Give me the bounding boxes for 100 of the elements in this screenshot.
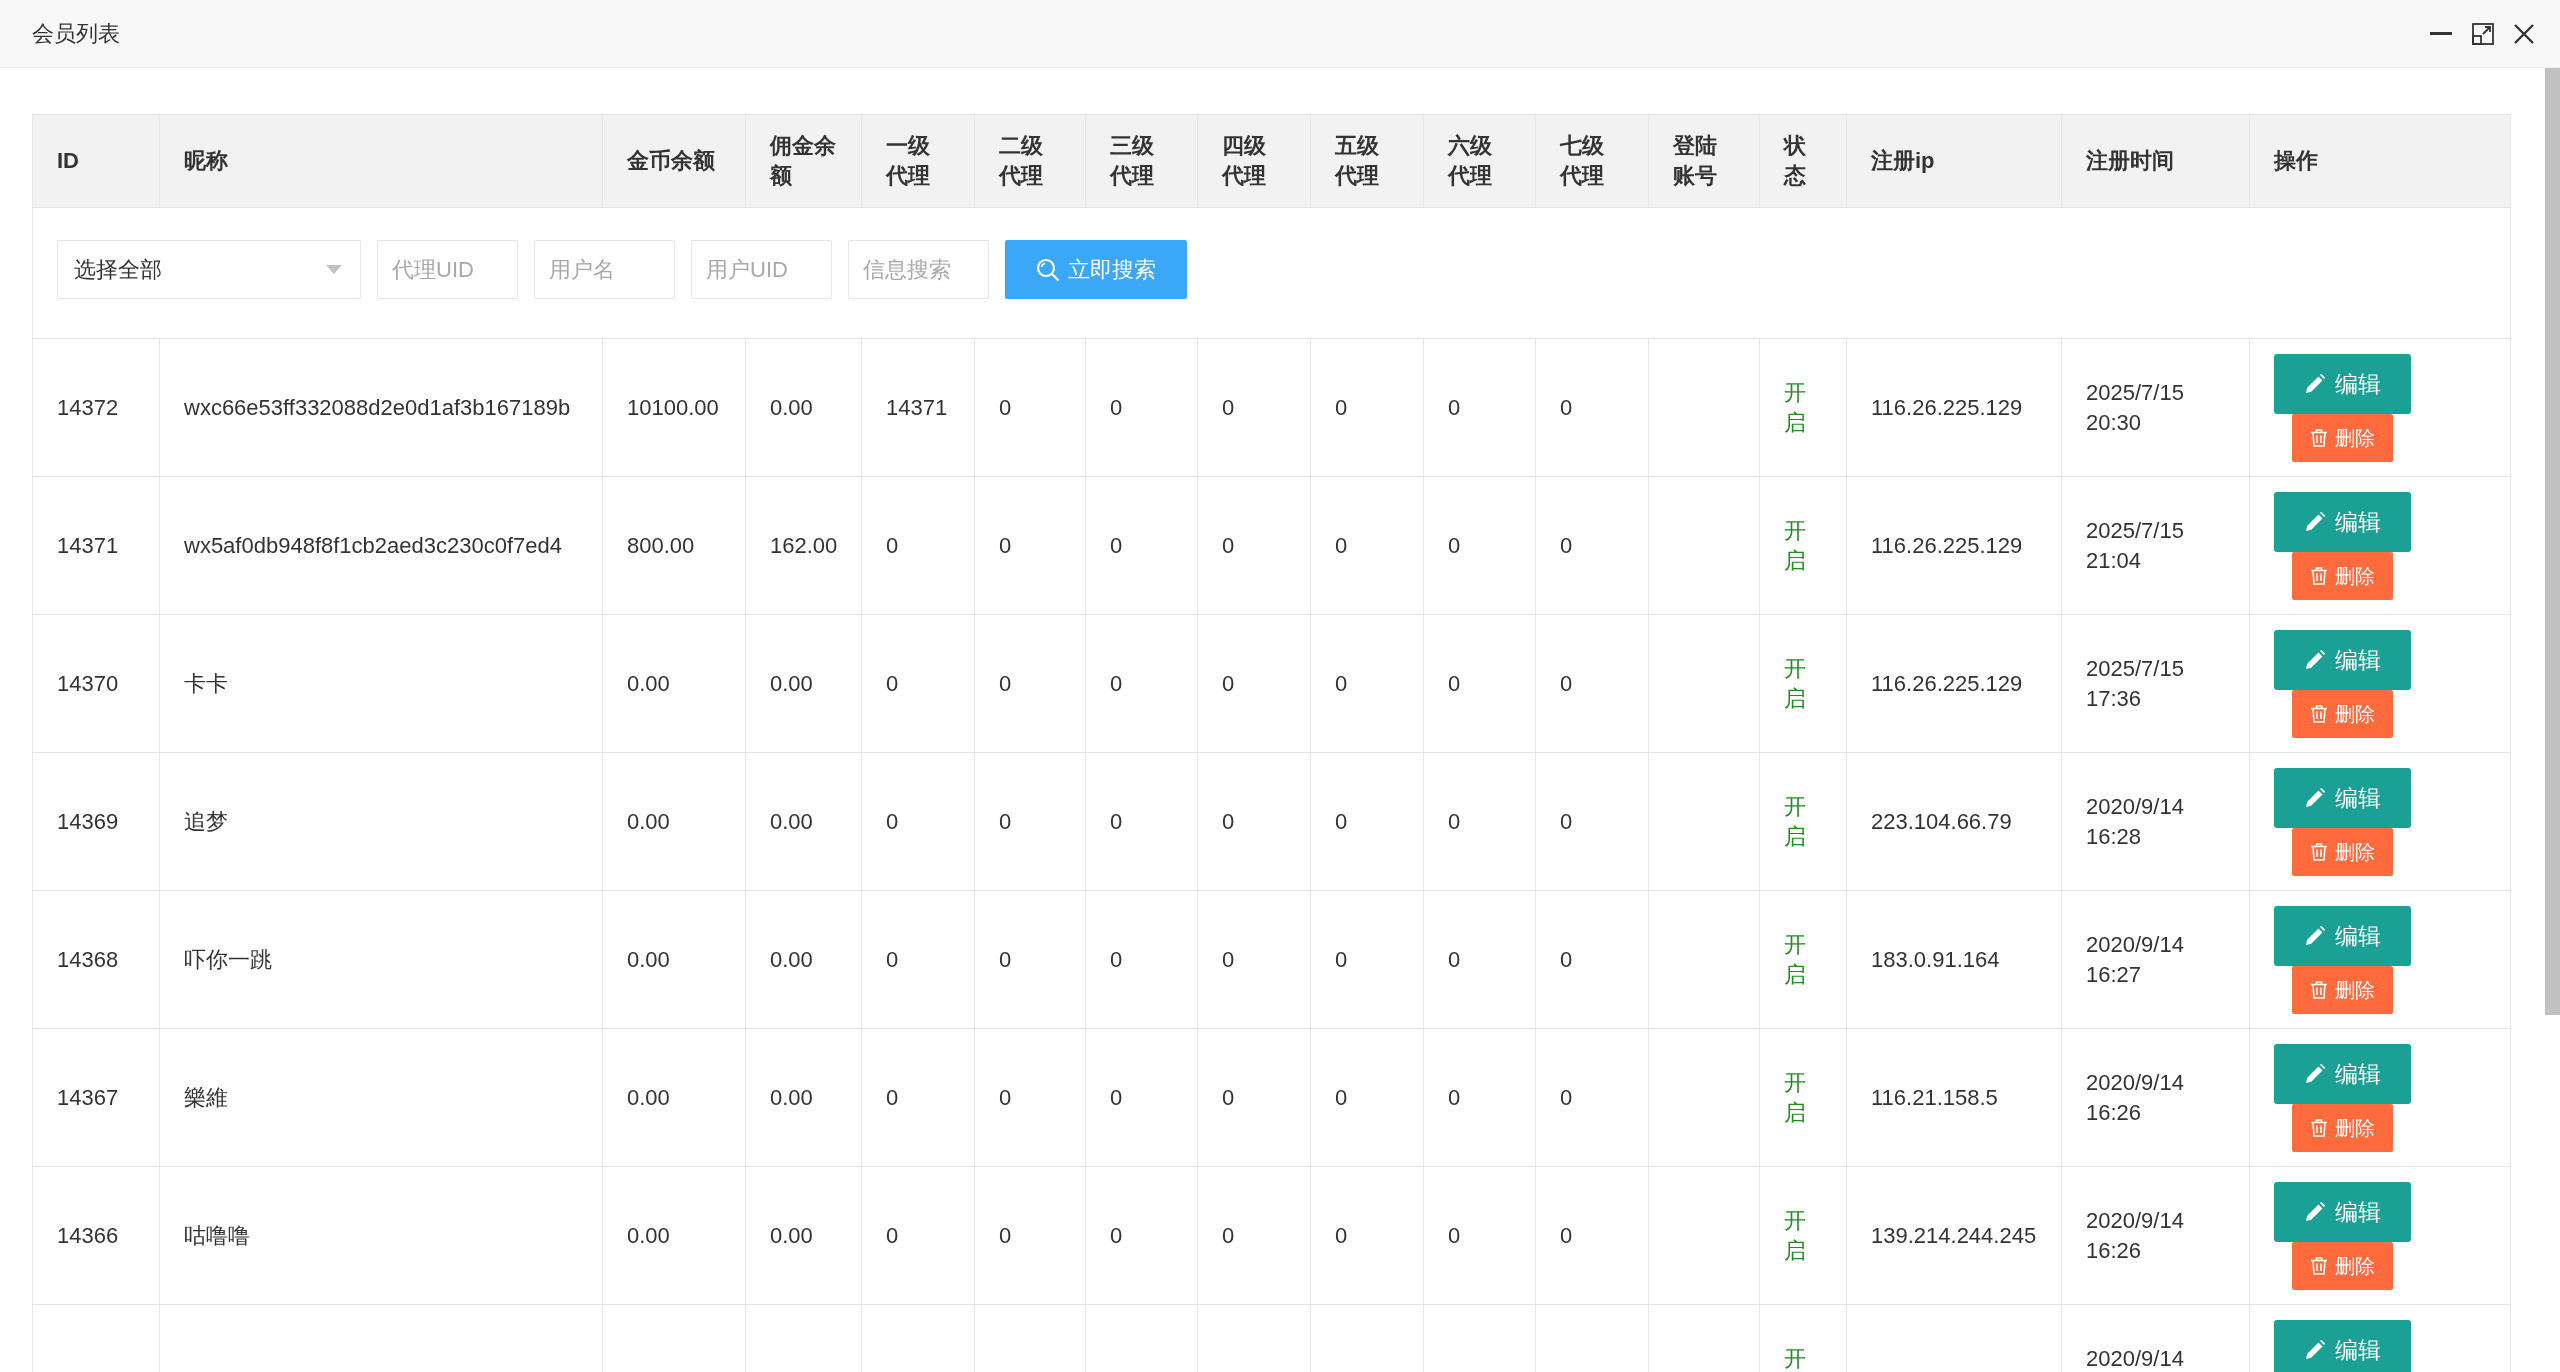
pencil-icon — [2304, 788, 2325, 808]
table-cell: 0 — [1197, 614, 1311, 753]
pencil-icon — [2304, 512, 2325, 532]
table-cell: 0 — [1535, 338, 1649, 477]
filter-input-field[interactable]: 用户名 — [534, 240, 675, 299]
table-cell: 0.00 — [745, 752, 862, 891]
table-cell: 0 — [1423, 614, 1536, 753]
filter-input-field[interactable]: 信息搜索 — [848, 240, 989, 299]
table-cell: 0 — [861, 1028, 975, 1167]
column-header: 四级代理 — [1197, 114, 1311, 208]
column-header: 状态 — [1759, 114, 1847, 208]
table-cell: 0.00 — [745, 1166, 862, 1305]
edit-button[interactable]: 编辑 — [2274, 630, 2411, 690]
edit-button[interactable]: 编辑 — [2274, 1182, 2411, 1242]
table-cell: 0 — [1085, 614, 1198, 753]
table-cell: 0 — [1423, 1166, 1536, 1305]
table-cell: 0 — [974, 1028, 1086, 1167]
table-cell: 0 — [1423, 752, 1536, 891]
trash-icon — [2310, 843, 2328, 861]
caret-icon — [326, 265, 342, 274]
table-cell: 2020/9/14 16:27 — [2061, 890, 2250, 1029]
table-cell: 183.0.91.164 — [1846, 890, 2062, 1029]
table-cell: 0.00 — [602, 1028, 746, 1167]
table-cell: 0 — [1197, 890, 1311, 1029]
delete-button[interactable]: 删除 — [2292, 414, 2393, 462]
column-header: 注册ip — [1846, 114, 2062, 208]
filter-input-field[interactable]: 代理UID — [377, 240, 518, 299]
table-cell: 10100.00 — [602, 338, 746, 477]
scrollbar-thumb[interactable] — [2545, 68, 2560, 1015]
table-cell: 162.00 — [745, 476, 862, 615]
column-header: 六级代理 — [1423, 114, 1536, 208]
edit-button[interactable]: 编辑 — [2274, 768, 2411, 828]
trash-icon — [2310, 567, 2328, 585]
pencil-icon — [2304, 1064, 2325, 1084]
maximize-icon[interactable] — [2472, 22, 2494, 45]
table-cell: 0 — [1423, 890, 1536, 1029]
search-button[interactable]: 立即搜索 — [1005, 240, 1187, 299]
table-cell: wx5af0db948f8f1cb2aed3c230c0f7ed4 — [159, 476, 603, 615]
column-header: 五级代理 — [1310, 114, 1424, 208]
table-cell: 223.104.66.79 — [1846, 752, 2062, 891]
table-cell: 116.26.225.129 — [1846, 614, 2062, 753]
search-icon — [1036, 257, 1060, 282]
table-cell: 800.00 — [602, 476, 746, 615]
table-cell: 14371 — [32, 476, 160, 615]
table-cell: 14367 — [32, 1028, 160, 1167]
table-cell: 14370 — [32, 614, 160, 753]
table-cell: 0.00 — [745, 338, 862, 477]
delete-button[interactable]: 删除 — [2292, 690, 2393, 738]
delete-button[interactable]: 删除 — [2292, 828, 2393, 876]
edit-button[interactable]: 编辑 — [2274, 354, 2411, 414]
table-cell: 2025/7/15 21:04 — [2061, 476, 2250, 615]
column-header: ID — [32, 114, 160, 208]
edit-button[interactable]: 编辑 — [2274, 492, 2411, 552]
column-header: 昵称 — [159, 114, 603, 208]
table-cell: 0 — [1423, 476, 1536, 615]
table-cell: 0 — [1535, 614, 1649, 753]
column-header: 一级代理 — [861, 114, 975, 208]
table-cell: 0 — [974, 338, 1086, 477]
status-cell: 开启 — [1759, 614, 1847, 753]
table-cell: 0 — [1085, 1166, 1198, 1305]
table-cell: 2025/7/15 20:30 — [2061, 338, 2250, 477]
status-cell: 开启 — [1759, 1028, 1847, 1167]
column-header: 操作 — [2249, 114, 2511, 208]
table-cell: 0 — [1310, 614, 1424, 753]
pencil-icon — [2304, 1202, 2325, 1222]
table-cell: 0 — [1197, 476, 1311, 615]
table-cell: 0 — [1423, 338, 1536, 477]
table-cell: 116.26.225.129 — [1846, 338, 2062, 477]
table-cell: 0 — [1535, 1028, 1649, 1167]
table-cell: 0 — [1197, 1166, 1311, 1305]
table-cell: 0 — [1310, 752, 1424, 891]
edit-button[interactable]: 编辑 — [2274, 906, 2411, 966]
close-icon[interactable] — [2514, 23, 2534, 44]
column-header: 七级代理 — [1535, 114, 1649, 208]
edit-button[interactable]: 编辑 — [2274, 1320, 2411, 1372]
status-cell: 开启 — [1759, 338, 1847, 477]
column-header: 二级代理 — [974, 114, 1086, 208]
table-cell: 14371 — [861, 338, 975, 477]
table-cell: 0 — [1310, 890, 1424, 1029]
table-cell: 0 — [1085, 338, 1198, 477]
select-dropdown[interactable]: 选择全部 — [57, 240, 361, 299]
delete-button[interactable]: 删除 — [2292, 966, 2393, 1014]
table-cell: 0 — [1197, 1028, 1311, 1167]
table-cell: 2020/9/14 16:28 — [2061, 752, 2250, 891]
table-cell: 0 — [1085, 476, 1198, 615]
filter-input-field[interactable]: 用户UID — [691, 240, 832, 299]
table-cell: 0 — [1535, 752, 1649, 891]
column-header: 三级代理 — [1085, 114, 1198, 208]
column-header: 登陆账号 — [1648, 114, 1760, 208]
table-cell: 139.214.244.245 — [1846, 1166, 2062, 1305]
delete-button[interactable]: 删除 — [2292, 1104, 2393, 1152]
trash-icon — [2310, 705, 2328, 723]
edit-button[interactable]: 编辑 — [2274, 1044, 2411, 1104]
table-cell: 0 — [1535, 890, 1649, 1029]
delete-button[interactable]: 删除 — [2292, 552, 2393, 600]
table-cell: 0 — [861, 1166, 975, 1305]
table-cell: 0 — [861, 752, 975, 891]
table-cell: 2020/9/14 16:26 — [2061, 1028, 2250, 1167]
table-cell: 0.00 — [745, 890, 862, 1029]
delete-button[interactable]: 删除 — [2292, 1242, 2393, 1290]
